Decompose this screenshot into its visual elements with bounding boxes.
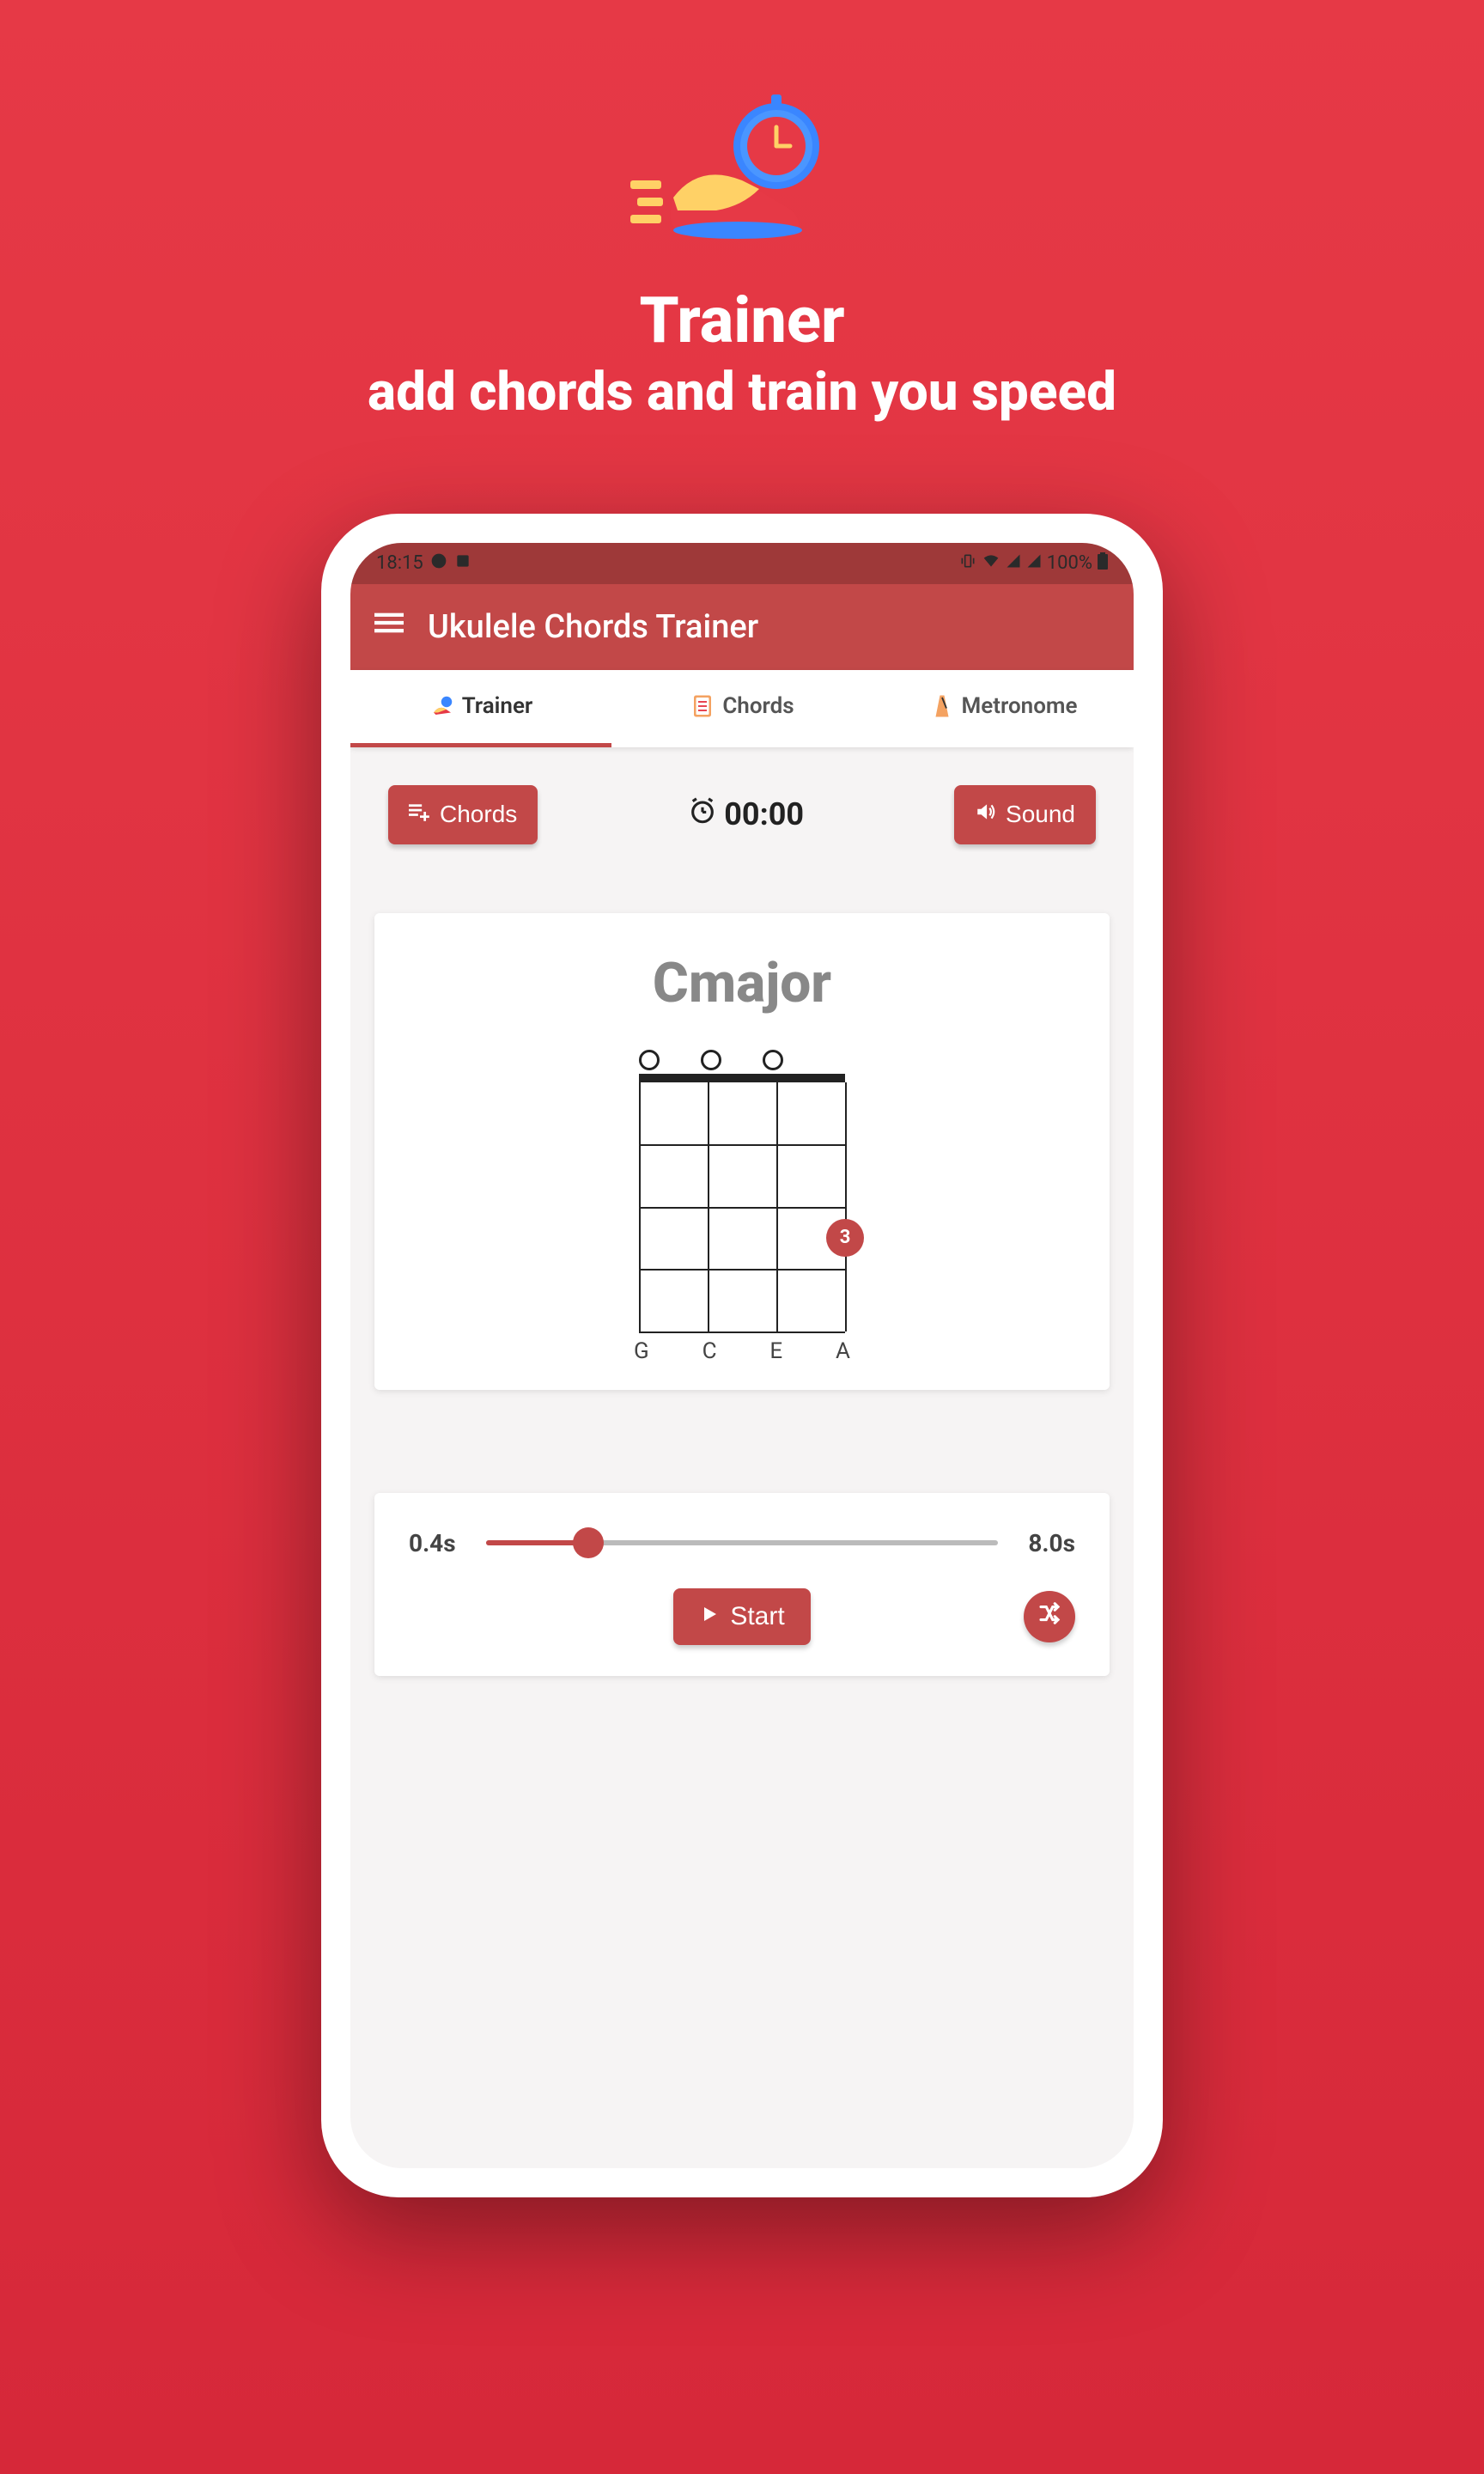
play-icon — [699, 1602, 720, 1631]
open-string-indicator — [639, 1050, 660, 1070]
chord-card: Cmajor 3 — [374, 913, 1110, 1390]
tab-chords-label: Chords — [722, 693, 794, 719]
string-labels: G C E A — [634, 1338, 850, 1364]
app-bar: Ukulele Chords Trainer — [350, 584, 1134, 670]
phone-screen: 18:15 — [350, 543, 1134, 2168]
header-title: Trainer — [639, 283, 844, 358]
shuffle-icon — [1037, 1600, 1062, 1633]
playlist-add-icon — [409, 801, 431, 829]
sound-button[interactable]: Sound — [954, 785, 1096, 844]
status-time: 18:15 — [376, 552, 423, 574]
slider-min-label: 0.4s — [409, 1529, 469, 1557]
android-status-bar: 18:15 — [350, 543, 1134, 584]
add-chords-button[interactable]: Chords — [388, 785, 538, 844]
slider-max-label: 8.0s — [1015, 1529, 1075, 1557]
signal-icon — [1006, 552, 1021, 574]
open-strings-row — [639, 1050, 845, 1070]
speed-slider[interactable] — [486, 1540, 998, 1545]
app-title: Ukulele Chords Trainer — [428, 608, 758, 646]
alarm-icon — [688, 796, 717, 833]
notification-icon — [454, 552, 471, 575]
phone-frame: 18:15 — [321, 514, 1163, 2197]
trainer-icon — [429, 693, 455, 719]
open-string-indicator — [701, 1050, 721, 1070]
vibrate-icon — [959, 552, 976, 575]
shuffle-button[interactable] — [1024, 1591, 1075, 1642]
volume-icon — [975, 801, 997, 829]
finger-position: 3 — [826, 1219, 864, 1257]
toolbar-row: Chords 00:00 Sound — [350, 747, 1134, 870]
header-subtitle: add chords and train you speed — [368, 358, 1116, 428]
timer-value: 00:00 — [724, 796, 804, 832]
chords-icon — [690, 693, 715, 719]
start-label: Start — [730, 1602, 784, 1631]
tabs: Trainer Chords Metronome — [350, 670, 1134, 747]
string-label: C — [702, 1338, 717, 1364]
sound-label: Sound — [1006, 801, 1075, 828]
finger-number: 3 — [840, 1227, 851, 1248]
add-chords-label: Chords — [440, 801, 517, 828]
battery-percent: 100% — [1047, 552, 1092, 574]
chord-diagram: 3 G C E A — [613, 1050, 871, 1364]
string-label: G — [634, 1338, 649, 1364]
slider-thumb[interactable] — [573, 1527, 604, 1558]
signal-icon-2 — [1026, 552, 1042, 574]
tab-metronome[interactable]: Metronome — [873, 670, 1134, 747]
wifi-icon — [982, 552, 1000, 575]
battery-icon — [1098, 552, 1108, 575]
metronome-icon — [929, 693, 955, 719]
string-label: E — [769, 1338, 782, 1364]
speed-slider-row: 0.4s 8.0s — [409, 1529, 1075, 1557]
fretboard: 3 — [639, 1074, 845, 1331]
bottom-actions: Start — [409, 1588, 1075, 1645]
header-illustration — [630, 86, 854, 258]
hamburger-menu-icon[interactable] — [374, 608, 404, 645]
open-string-indicator — [763, 1050, 783, 1070]
timer-display: 00:00 — [688, 796, 804, 833]
whatsapp-icon — [430, 552, 447, 575]
tab-chords[interactable]: Chords — [611, 670, 873, 747]
tab-metronome-label: Metronome — [962, 693, 1078, 719]
chord-name: Cmajor — [653, 951, 831, 1015]
string-label: A — [836, 1338, 850, 1364]
tab-trainer-label: Trainer — [462, 693, 533, 719]
bottom-controls-card: 0.4s 8.0s Start — [374, 1493, 1110, 1676]
tab-trainer[interactable]: Trainer — [350, 670, 611, 747]
start-button[interactable]: Start — [673, 1588, 810, 1645]
